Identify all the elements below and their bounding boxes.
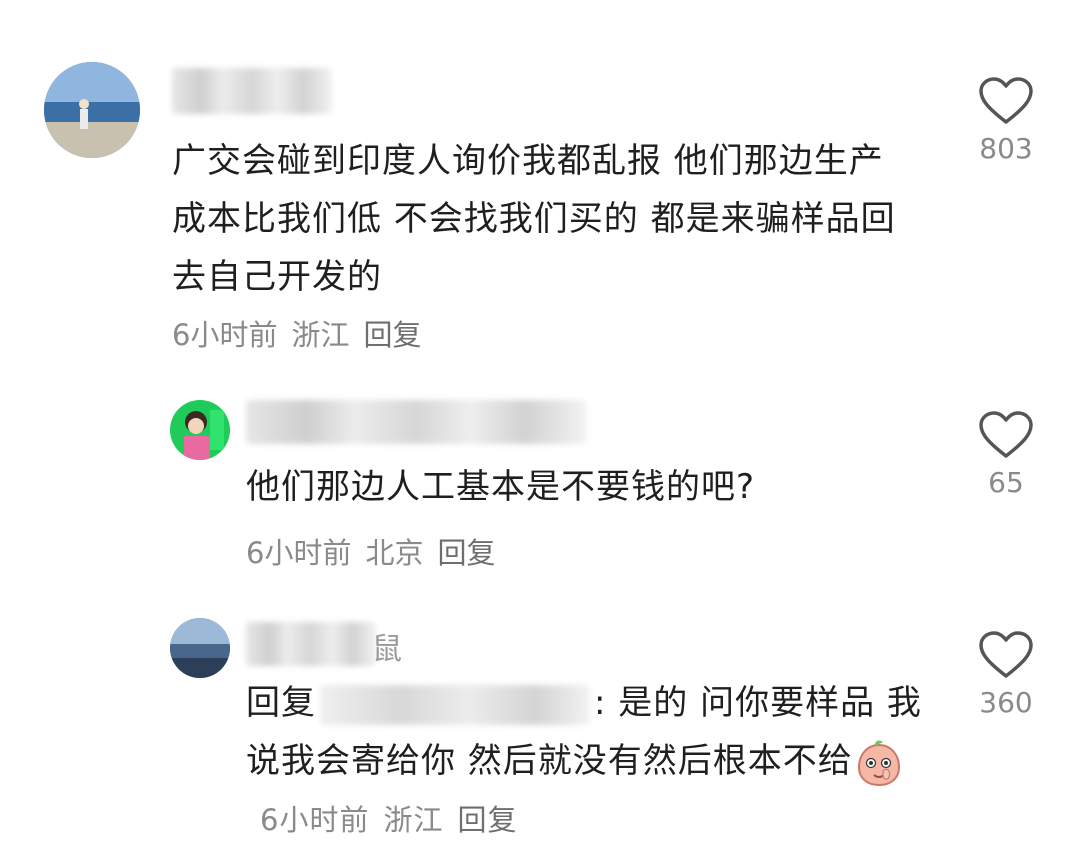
reply-item: 鼠 回复: 是的 问你要样品 我说我会寄给你 然后就没有然后根本不给 6小时前浙… [0,600,1080,860]
comment-time: 6小时前 [246,536,352,570]
like-button[interactable]: 803 [966,76,1046,165]
avatar[interactable] [170,618,230,678]
avatar-image [44,62,140,158]
like-count: 360 [979,686,1033,719]
comment-item: 广交会碰到印度人询价我都乱报 他们那边生产成本比我们低 不会找我们买的 都是来骗… [0,0,1080,360]
username-blurred[interactable] [172,68,332,114]
reply-button[interactable]: 回复 [437,536,495,570]
avatar-image [170,400,230,460]
comment-location: 浙江 [291,318,350,352]
comment-text: 回复: 是的 问你要样品 我说我会寄给你 然后就没有然后根本不给 6小时前 浙江回… [246,674,926,849]
peach-emoji-icon [857,740,900,786]
heart-outline-icon [979,77,1033,124]
reply-button[interactable]: 回复 [363,318,421,352]
like-button[interactable]: 65 [966,410,1046,499]
username-blurred [246,622,376,666]
avatar[interactable] [170,400,230,460]
comment-location: 浙江 [383,803,444,837]
reply-item: 他们那边人工基本是不要钱的吧? 6小时前 北京 回复 65 [0,380,1080,590]
comment-meta: 6小时前 浙江 回复 [172,312,435,354]
heart-outline-icon [979,411,1033,458]
comment-text: 广交会碰到印度人询价我都乱报 他们那边生产成本比我们低 不会找我们买的 都是来骗… [172,141,896,297]
comment-time: 6小时前 [172,318,278,352]
username[interactable]: 鼠 [246,622,416,667]
comment-meta: 6小时前 北京 回复 [246,530,509,572]
like-button[interactable]: 360 [966,630,1046,719]
comment-location: 北京 [365,536,424,570]
heart-outline-icon [979,631,1033,678]
comment-meta: 6小时前 浙江 回复 [260,803,531,837]
avatar[interactable] [44,62,140,158]
avatar-image [170,618,230,678]
reply-button[interactable]: 回复 [457,803,517,837]
username-visible-part: 鼠 [372,632,402,667]
like-count: 65 [988,466,1024,499]
comment-time: 6小时前 [260,803,370,837]
username-blurred[interactable] [246,400,586,444]
like-count: 803 [979,132,1033,165]
replied-user-blurred[interactable] [320,684,590,725]
reply-prefix: 回复 [246,683,316,723]
comment-text: 他们那边人工基本是不要钱的吧? [246,467,756,507]
